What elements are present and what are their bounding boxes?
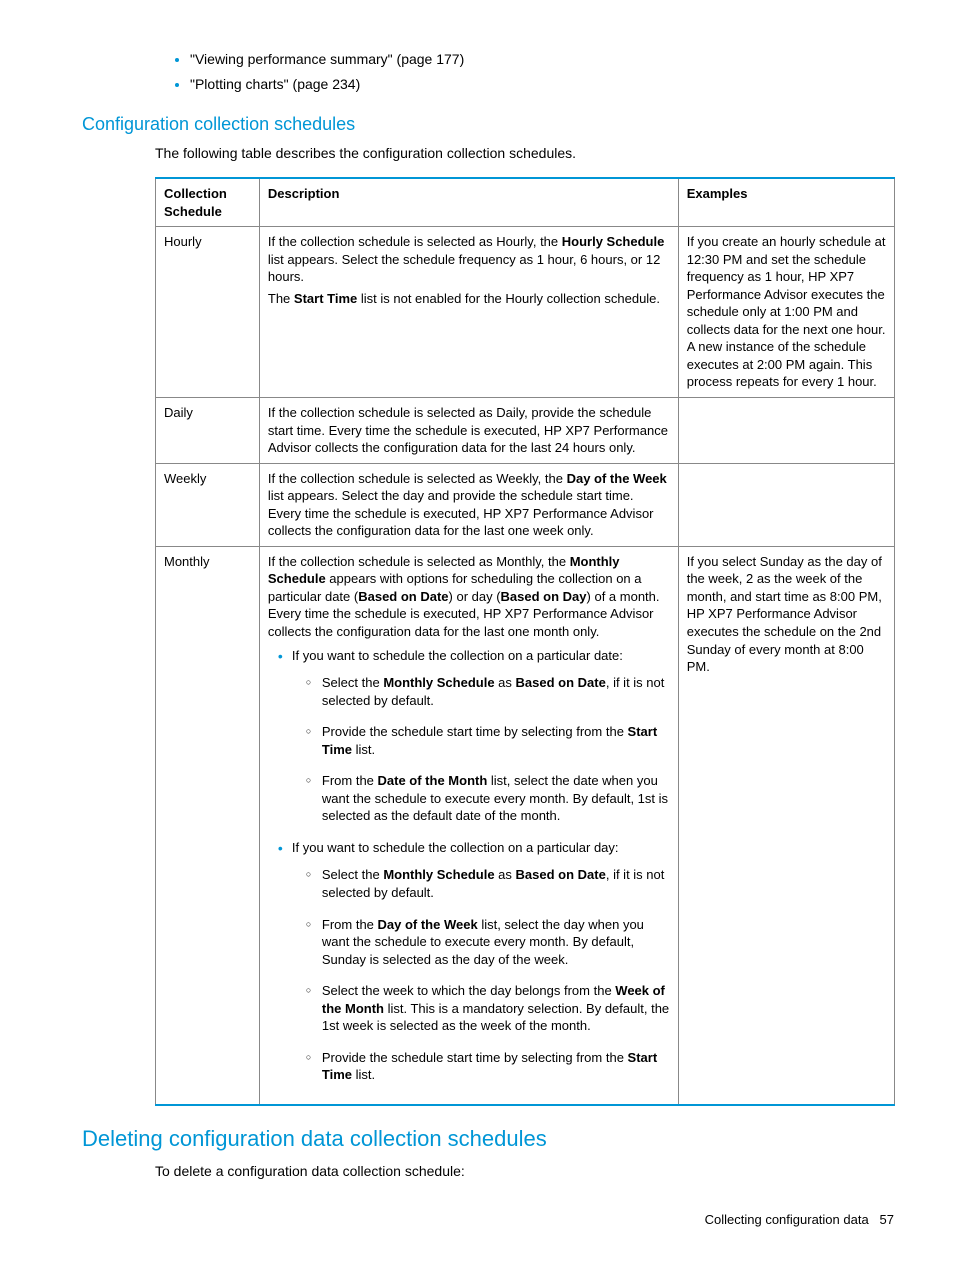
link-text: "Viewing performance summary" (page 177) bbox=[190, 51, 464, 67]
cell-description: If the collection schedule is selected a… bbox=[259, 463, 678, 546]
cell-description: If the collection schedule is selected a… bbox=[259, 227, 678, 398]
th-schedule: Collection Schedule bbox=[156, 178, 260, 227]
list-item: If you want to schedule the collection o… bbox=[278, 647, 670, 825]
table-row: Hourly If the collection schedule is sel… bbox=[156, 227, 895, 398]
list-item: Select the Monthly Schedule as Based on … bbox=[306, 866, 670, 901]
cell-schedule: Daily bbox=[156, 397, 260, 463]
table-header-row: Collection Schedule Description Examples bbox=[156, 178, 895, 227]
cell-schedule: Hourly bbox=[156, 227, 260, 398]
list-item: If you want to schedule the collection o… bbox=[278, 839, 670, 1084]
cell-examples: If you create an hourly schedule at 12:3… bbox=[678, 227, 894, 398]
cross-reference-list: "Viewing performance summary" (page 177)… bbox=[60, 50, 894, 94]
page-number: 57 bbox=[880, 1212, 894, 1227]
schedules-table: Collection Schedule Description Examples… bbox=[155, 177, 895, 1106]
list-item: Select the Monthly Schedule as Based on … bbox=[306, 674, 670, 709]
list-item: From the Day of the Week list, select th… bbox=[306, 916, 670, 969]
cell-examples: If you select Sunday as the day of the w… bbox=[678, 546, 894, 1105]
sub-list: Select the Monthly Schedule as Based on … bbox=[292, 674, 670, 825]
table-row: Weekly If the collection schedule is sel… bbox=[156, 463, 895, 546]
section-heading-config-schedules: Configuration collection schedules bbox=[82, 112, 894, 136]
footer-label: Collecting configuration data bbox=[705, 1212, 869, 1227]
list-item: Select the week to which the day belongs… bbox=[306, 982, 670, 1035]
section-intro: The following table describes the config… bbox=[155, 144, 894, 163]
section-heading-deleting: Deleting configuration data collection s… bbox=[82, 1124, 894, 1154]
page-footer: Collecting configuration data 57 bbox=[60, 1211, 894, 1229]
table-row: Monthly If the collection schedule is se… bbox=[156, 546, 895, 1105]
cell-schedule: Weekly bbox=[156, 463, 260, 546]
cell-schedule: Monthly bbox=[156, 546, 260, 1105]
bullet-list: If you want to schedule the collection o… bbox=[268, 647, 670, 1084]
cell-examples bbox=[678, 397, 894, 463]
cell-description: If the collection schedule is selected a… bbox=[259, 546, 678, 1105]
th-description: Description bbox=[259, 178, 678, 227]
th-examples: Examples bbox=[678, 178, 894, 227]
link-text: "Plotting charts" (page 234) bbox=[190, 76, 360, 92]
list-item: Provide the schedule start time by selec… bbox=[306, 1049, 670, 1084]
table-row: Daily If the collection schedule is sele… bbox=[156, 397, 895, 463]
cross-reference-item[interactable]: "Viewing performance summary" (page 177) bbox=[190, 50, 894, 69]
list-item: From the Date of the Month list, select … bbox=[306, 772, 670, 825]
cell-description: If the collection schedule is selected a… bbox=[259, 397, 678, 463]
cross-reference-item[interactable]: "Plotting charts" (page 234) bbox=[190, 75, 894, 94]
sub-list: Select the Monthly Schedule as Based on … bbox=[292, 866, 670, 1083]
section-intro: To delete a configuration data collectio… bbox=[155, 1162, 894, 1181]
list-item: Provide the schedule start time by selec… bbox=[306, 723, 670, 758]
cell-examples bbox=[678, 463, 894, 546]
